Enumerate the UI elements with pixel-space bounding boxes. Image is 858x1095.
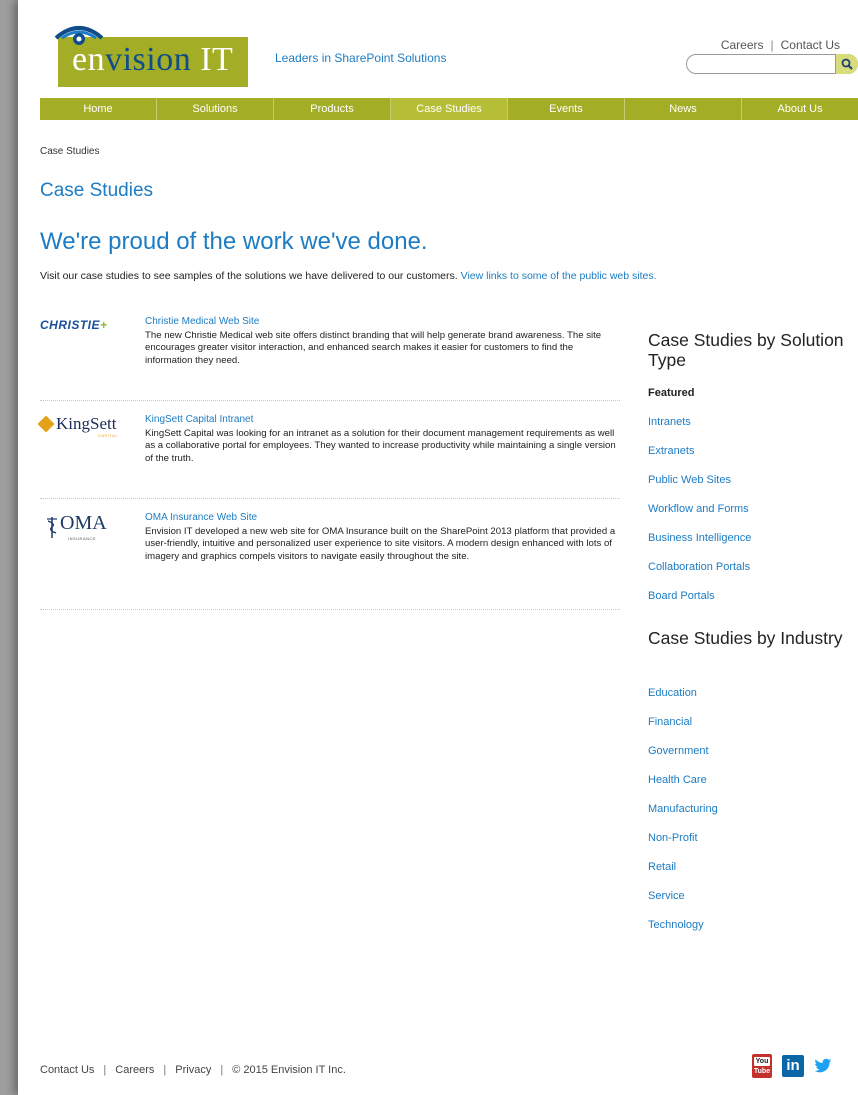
footer: Contact Us | Careers | Privacy | © 2015 Envisi… xyxy=(40,1064,346,1076)
logo-it: IT xyxy=(191,41,234,78)
youtube-icon-bottom: Tube xyxy=(753,1068,771,1075)
oma-logo-word: OMA xyxy=(60,512,107,534)
main-nav: Home Solutions Products Case Studies Eve… xyxy=(40,98,858,120)
page: envision IT Leaders in SharePoint Soluti… xyxy=(18,0,858,1095)
sidebar-link-board-portals[interactable]: Board Portals xyxy=(648,590,715,602)
separator: | xyxy=(220,1064,224,1076)
headline: We're proud of the work we've done. xyxy=(40,228,428,255)
nav-products[interactable]: Products xyxy=(274,98,391,120)
sidebar-link-featured[interactable]: Featured xyxy=(648,387,694,399)
youtube-icon-top: You xyxy=(754,1057,770,1066)
case-study-item: KingSett CAPITAL KingSett Capital Intran… xyxy=(37,414,620,499)
solution-type-heading: Case Studies by Solution Type xyxy=(648,330,844,370)
case-description: The new Christie Medical web site offers… xyxy=(145,330,602,366)
page-title: Case Studies xyxy=(40,180,154,201)
caduceus-icon xyxy=(47,517,57,538)
linkedin-icon[interactable]: in xyxy=(782,1055,804,1077)
sidebar-link-manufacturing[interactable]: Manufacturing xyxy=(648,803,718,815)
nav-solutions[interactable]: Solutions xyxy=(157,98,274,120)
nav-events[interactable]: Events xyxy=(508,98,625,120)
sidebar-link-workflow-and-forms[interactable]: Workflow and Forms xyxy=(648,503,749,515)
logo-vision: vision xyxy=(105,41,192,78)
kingsett-logo[interactable]: KingSett CAPITAL xyxy=(37,414,132,454)
logo-en: en xyxy=(72,41,106,78)
case-study-item: OMA INSURANCE OMA Insurance Web Site Env… xyxy=(40,512,620,610)
christie-logo-text: CHRISTIE+ xyxy=(40,318,108,332)
search-input[interactable] xyxy=(695,56,829,74)
christie-logo-plus: + xyxy=(100,318,108,332)
sidebar-link-service[interactable]: Service xyxy=(648,890,685,902)
case-description: KingSett Capital was looking for an intr… xyxy=(145,428,616,464)
footer-careers-link[interactable]: Careers xyxy=(115,1064,154,1076)
sidebar-link-retail[interactable]: Retail xyxy=(648,861,676,873)
sidebar-link-education[interactable]: Education xyxy=(648,687,697,699)
kingsett-logo-text: KingSett xyxy=(37,414,132,434)
logo-wordmark: envision IT xyxy=(72,41,233,79)
contact-us-link[interactable]: Contact Us xyxy=(781,38,840,52)
intro-body: Visit our case studies to see samples of… xyxy=(40,270,458,282)
nav-about-us[interactable]: About Us xyxy=(742,98,858,120)
sidebar-link-non-profit[interactable]: Non-Profit xyxy=(648,832,698,844)
nav-news[interactable]: News xyxy=(625,98,742,120)
sidebar-link-business-intelligence[interactable]: Business Intelligence xyxy=(648,532,751,544)
sidebar-link-collaboration-portals[interactable]: Collaboration Portals xyxy=(648,561,750,573)
sidebar-link-public-web-sites[interactable]: Public Web Sites xyxy=(648,474,731,486)
youtube-icon[interactable]: You Tube xyxy=(752,1054,772,1078)
oma-logo-sub: INSURANCE xyxy=(68,536,97,541)
intro-text: Visit our case studies to see samples of… xyxy=(40,270,657,282)
industry-heading: Case Studies by Industry xyxy=(648,628,843,648)
case-title-link[interactable]: OMA Insurance Web Site xyxy=(145,512,257,523)
twitter-icon[interactable] xyxy=(814,1058,832,1074)
careers-link[interactable]: Careers xyxy=(721,38,764,52)
footer-privacy-link[interactable]: Privacy xyxy=(175,1064,211,1076)
search-box xyxy=(686,54,858,74)
envision-it-logo[interactable]: envision IT xyxy=(40,22,258,90)
separator: | xyxy=(103,1064,107,1076)
kingsett-diamond-icon xyxy=(37,415,55,433)
sidebar-link-financial[interactable]: Financial xyxy=(648,716,692,728)
sidebar-link-intranets[interactable]: Intranets xyxy=(648,416,691,428)
search-button[interactable] xyxy=(835,54,858,74)
christie-logo-word: CHRISTIE xyxy=(40,318,101,332)
case-description: Envision IT developed a new web site for… xyxy=(145,526,616,562)
breadcrumb: Case Studies xyxy=(40,146,100,157)
sidebar-link-government[interactable]: Government xyxy=(648,745,709,757)
utility-links: Careers | Contact Us xyxy=(721,38,840,52)
case-title-link[interactable]: KingSett Capital Intranet xyxy=(145,414,253,425)
footer-contact-us-link[interactable]: Contact Us xyxy=(40,1064,94,1076)
christie-logo[interactable]: CHRISTIE+ xyxy=(40,316,132,356)
sidebar-link-technology[interactable]: Technology xyxy=(648,919,704,931)
case-title-link[interactable]: Christie Medical Web Site xyxy=(145,316,259,327)
separator: | xyxy=(163,1064,167,1076)
oma-logo[interactable]: OMA INSURANCE xyxy=(40,512,132,552)
separator: | xyxy=(770,38,774,52)
sidebar-link-extranets[interactable]: Extranets xyxy=(648,445,694,457)
public-sites-link[interactable]: View links to some of the public web sit… xyxy=(461,270,657,282)
tagline: Leaders in SharePoint Solutions xyxy=(275,51,447,65)
case-study-item: CHRISTIE+ Christie Medical Web Site The … xyxy=(40,316,620,401)
nav-case-studies[interactable]: Case Studies xyxy=(391,98,508,120)
sidebar-link-health-care[interactable]: Health Care xyxy=(648,774,707,786)
nav-home[interactable]: Home xyxy=(40,98,157,120)
kingsett-logo-sub: CAPITAL xyxy=(98,433,118,438)
social-links: You Tube in xyxy=(752,1054,832,1078)
copyright: © 2015 Envision IT Inc. xyxy=(232,1064,346,1076)
kingsett-logo-word: KingSett xyxy=(56,414,117,433)
search-icon xyxy=(841,58,853,70)
